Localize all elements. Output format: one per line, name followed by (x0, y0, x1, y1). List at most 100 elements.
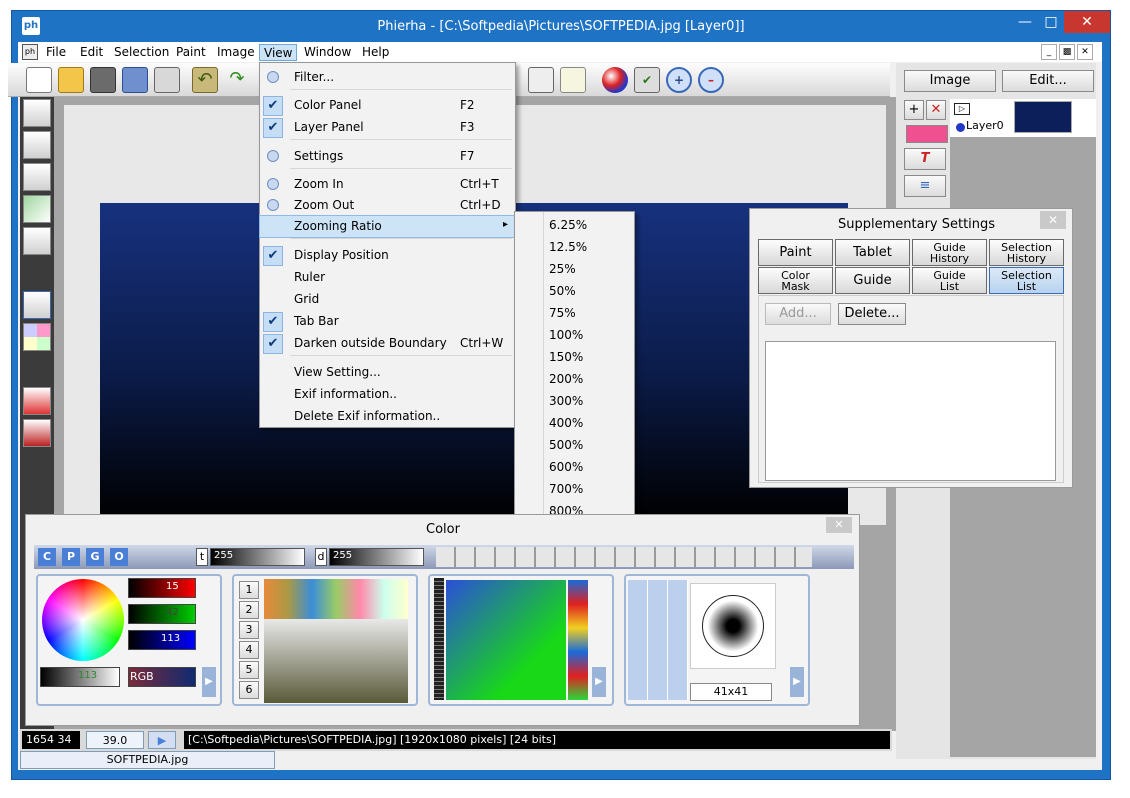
view-menu-item-view-setting[interactable]: View Setting... (260, 362, 515, 383)
zoom-field[interactable]: 39.0 (86, 731, 144, 749)
hue-strip[interactable] (568, 580, 588, 700)
tab-color-mask[interactable]: Color Mask (758, 267, 833, 294)
zoom-option-400[interactable]: 400% (515, 412, 634, 434)
add-layer-icon[interactable]: + (904, 100, 924, 120)
delete-layer-icon[interactable]: ✕ (926, 100, 946, 120)
new-file-icon[interactable] (26, 67, 52, 93)
zoom-option-500[interactable]: 500% (515, 434, 634, 456)
green-slider[interactable] (128, 604, 196, 624)
menu-paint[interactable]: Paint (172, 44, 210, 61)
mdi-close-icon[interactable]: ✕ (1077, 44, 1093, 60)
menu-file[interactable]: File (42, 44, 70, 61)
document-icon[interactable]: ph (22, 44, 38, 60)
mode-button-o[interactable]: O (110, 548, 128, 566)
view-menu-item-delete-exif-information[interactable]: Delete Exif information.. (260, 406, 515, 427)
brush-shape-grid[interactable] (628, 580, 688, 700)
hand-tool-icon[interactable] (560, 67, 586, 93)
tab-guide-history[interactable]: Guide History (912, 239, 987, 266)
view-menu-item-zoom-out[interactable]: Zoom Out Ctrl+D (260, 195, 515, 216)
tab-selection-list[interactable]: Selection List (989, 267, 1064, 294)
frame-tool-icon[interactable] (23, 227, 51, 255)
zoom-out-icon[interactable]: – (698, 67, 724, 93)
mdi-restore-icon[interactable]: ▩ (1059, 44, 1075, 60)
undo-icon[interactable]: ↶ (192, 67, 218, 93)
spectrum-square[interactable] (446, 580, 566, 700)
zoom-option-12-5[interactable]: 12.5% (515, 236, 634, 258)
open-folder-icon[interactable] (58, 67, 84, 93)
view-menu-item-darken-outside-boundary[interactable]: ✔ Darken outside Boundary Ctrl+W (260, 333, 515, 354)
zoom-option-25[interactable]: 25% (515, 258, 634, 280)
menu-selection[interactable]: Selection (110, 44, 173, 61)
value-slider[interactable] (434, 578, 444, 700)
zoom-option-6-25[interactable]: 6.25% (515, 214, 634, 236)
tab-tablet[interactable]: Tablet (835, 239, 910, 266)
palette-tab-5[interactable]: 5 (239, 661, 259, 679)
zoom-option-50[interactable]: 50% (515, 280, 634, 302)
maximize-button[interactable]: □ (1038, 11, 1064, 33)
text-tool-icon[interactable]: T (904, 148, 946, 170)
menu-edit[interactable]: Edit (76, 44, 107, 61)
view-menu-item-display-position[interactable]: ✔ Display Position (260, 245, 515, 266)
tab-guide[interactable]: Guide (835, 267, 910, 294)
edit-button[interactable]: Edit... (1002, 70, 1094, 92)
brush-expand-icon[interactable]: ▶ (790, 667, 804, 697)
image-button[interactable]: Image (904, 70, 996, 92)
zoom-option-150[interactable]: 150% (515, 346, 634, 368)
menu-help[interactable]: Help (358, 44, 393, 61)
delete-button[interactable]: Delete... (838, 303, 906, 325)
zoom-option-200[interactable]: 200% (515, 368, 634, 390)
view-menu-item-zooming-ratio[interactable]: Zooming Ratio ▸ (259, 215, 516, 238)
view-menu-item-settings[interactable]: Settings F7 (260, 146, 515, 167)
layer-eye-icon[interactable]: ▷ (954, 103, 970, 115)
zoom-in-icon[interactable]: + (666, 67, 692, 93)
view-menu-item-tab-bar[interactable]: ✔ Tab Bar (260, 311, 515, 332)
supplementary-close-icon[interactable]: ✕ (1040, 211, 1066, 229)
palette-tab-3[interactable]: 3 (239, 621, 259, 639)
palette-tab-4[interactable]: 4 (239, 641, 259, 659)
view-menu-item-exif-information[interactable]: Exif information.. (260, 384, 515, 405)
zoom-option-300[interactable]: 300% (515, 390, 634, 412)
wheel-expand-icon[interactable]: ▶ (202, 667, 216, 697)
tab-paint[interactable]: Paint (758, 239, 833, 266)
pen-outline-tool-icon[interactable] (23, 131, 51, 159)
delete-selection-icon[interactable] (23, 291, 51, 319)
menu-window[interactable]: Window (300, 44, 355, 61)
layer-order-icon[interactable]: ≡ (904, 175, 946, 197)
color-ball-icon[interactable] (602, 67, 628, 93)
view-menu-item-ruler[interactable]: Ruler (260, 267, 515, 288)
guide-list-box[interactable] (765, 341, 1056, 481)
gradient-tool-icon[interactable] (23, 195, 51, 223)
document-tab[interactable]: SOFTPEDIA.jpg (20, 751, 275, 769)
tab-guide-list[interactable]: Guide List (912, 267, 987, 294)
zoom-option-600[interactable]: 600% (515, 456, 634, 478)
layer-name[interactable]: Layer0 (966, 119, 1004, 132)
check-tool-icon[interactable]: ✔ (634, 67, 660, 93)
color-wheel[interactable] (42, 579, 124, 661)
palette-image-row[interactable] (264, 579, 408, 619)
redo-icon[interactable]: ↷ (224, 67, 250, 93)
select-tool-icon[interactable] (528, 67, 554, 93)
brush-size-field[interactable]: 41x41 (690, 683, 772, 701)
zoom-option-700[interactable]: 700% (515, 478, 634, 500)
palette-swatches[interactable] (264, 619, 408, 703)
mode-button-c[interactable]: C (38, 548, 56, 566)
mode-button-p[interactable]: P (62, 548, 80, 566)
camera-icon[interactable] (90, 67, 116, 93)
transparent-fill-icon[interactable] (23, 323, 51, 351)
palette-tab-6[interactable]: 6 (239, 681, 259, 699)
view-menu-item-filter[interactable]: Filter... (260, 67, 515, 88)
red-slider[interactable] (128, 578, 196, 598)
palette-tab-2[interactable]: 2 (239, 601, 259, 619)
brush-mode-strip[interactable] (436, 547, 812, 567)
minimize-button[interactable]: — (1012, 11, 1038, 33)
view-menu-item-grid[interactable]: Grid (260, 289, 515, 310)
palette-tab-1[interactable]: 1 (239, 581, 259, 599)
rectangle-tool-icon[interactable] (23, 163, 51, 191)
add-button[interactable]: Add... (765, 303, 831, 325)
print-icon[interactable] (154, 67, 180, 93)
save-icon[interactable] (122, 67, 148, 93)
pen-tool-icon[interactable] (23, 99, 51, 127)
menu-view[interactable]: View (259, 44, 298, 61)
view-menu-item-zoom-in[interactable]: Zoom In Ctrl+T (260, 174, 515, 195)
view-menu-item-color-panel[interactable]: ✔ Color Panel F2 (260, 95, 515, 116)
